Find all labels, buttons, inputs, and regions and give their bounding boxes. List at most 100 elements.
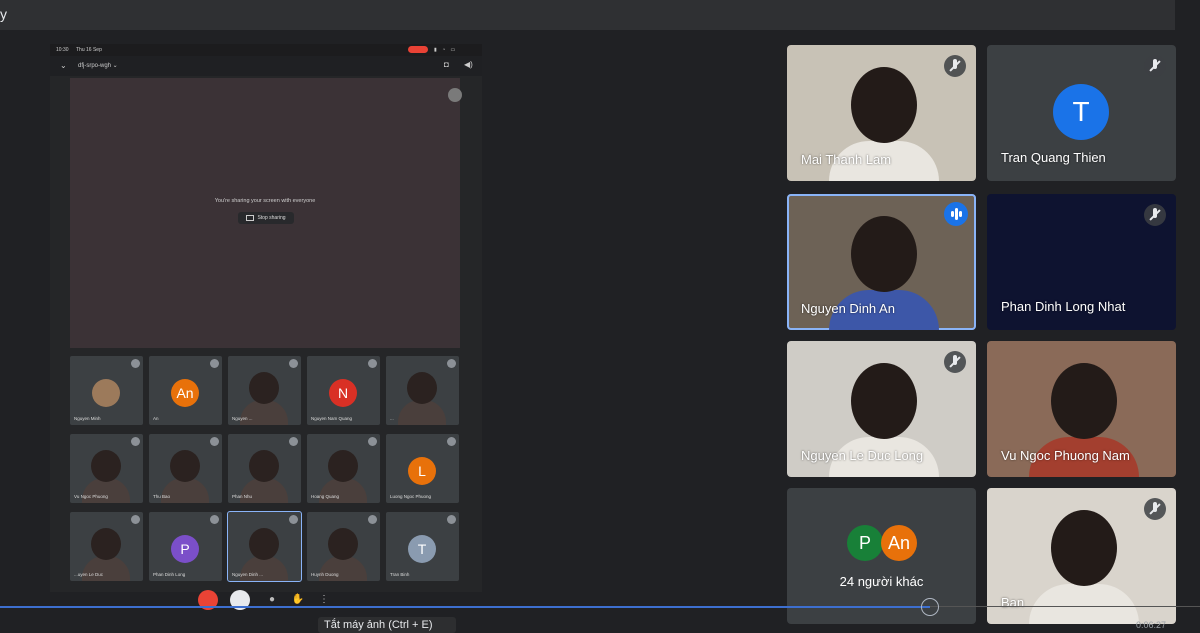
mic-off-icon (1144, 204, 1166, 226)
participant-video-face (1051, 510, 1117, 586)
phone-participant-tile[interactable]: N Nguyen Nam Quang (307, 356, 380, 425)
participant-video-face (1051, 363, 1117, 439)
phone-participant-tile[interactable]: Phan Nhu (228, 434, 301, 503)
participant-tile[interactable]: Vu Ngoc Phuong Nam (987, 341, 1176, 477)
shared-phone-screen: 10:30 Thu 16 Sep ▮ ◔ ▭ ⌄ dfj-srpo-wgh ⌄ … (50, 44, 482, 610)
participant-video-face (170, 450, 200, 482)
participant-video-face (91, 450, 121, 482)
participant-name: Mai Thanh Lam (801, 152, 892, 167)
phone-date: Thu 16 Sep (76, 47, 102, 53)
phone-participant-tile[interactable]: Nguyen ... (228, 356, 301, 425)
participant-video-face (407, 372, 437, 404)
participant-name: Luong Ngoc Phuong (390, 494, 432, 499)
phone-participant-tile[interactable]: Vu Ngoc Phuong (70, 434, 143, 503)
mic-off-icon (944, 55, 966, 77)
participant-name: Nguyen Nam Quang (311, 416, 353, 421)
participant-tile[interactable]: T Tran Quang Thien (987, 45, 1176, 181)
video-progress-played[interactable] (0, 606, 930, 608)
participant-tile[interactable]: Nguyen Dinh An (787, 194, 976, 330)
participant-name: An (153, 416, 159, 421)
participant-name: Nguyen ... (232, 416, 253, 421)
speaking-indicator-icon (944, 202, 968, 226)
participant-video-face (851, 363, 917, 439)
window-title: y (0, 6, 7, 22)
participant-name: Ban (1001, 595, 1025, 610)
participant-avatar: P (847, 525, 883, 561)
mic-off-icon (447, 359, 456, 368)
stop-sharing-label: Stop sharing (257, 215, 286, 221)
speaking-bar (955, 208, 958, 220)
phone-participant-tile[interactable]: An An (149, 356, 222, 425)
participant-name: Nguyen Dinh ... (232, 572, 264, 577)
participant-name: ...uyen Le Duc (74, 572, 104, 577)
phone-participant-tile[interactable]: Hoang Quang (307, 434, 380, 503)
participant-avatar: An (171, 379, 199, 407)
mic-off-icon (131, 515, 140, 524)
phone-participant-tile[interactable]: P Phan Dinh Long (149, 512, 222, 581)
stop-sharing-button[interactable]: Stop sharing (238, 212, 294, 224)
participant-video-face (249, 528, 279, 560)
window-title-bar: y (0, 0, 1175, 30)
mic-off-icon (447, 437, 456, 446)
chevron-down-icon[interactable]: ⌄ (60, 61, 67, 70)
mic-off-icon (210, 437, 219, 446)
signal-icons: ▮ ◔ ▭ (434, 47, 458, 53)
mic-off-icon (131, 437, 140, 446)
speaking-bar (951, 211, 954, 217)
share-message: You're sharing your screen with everyone (214, 198, 316, 204)
participant-avatar: T (408, 535, 436, 563)
participant-avatar (92, 379, 120, 407)
participant-name: Nguyen Le Duc Long (801, 448, 924, 463)
phone-participant-tile[interactable]: ...uyen Le Duc (70, 512, 143, 581)
participant-avatar: L (408, 457, 436, 485)
participant-tile[interactable]: Ban (987, 488, 1176, 624)
participant-video-face (91, 528, 121, 560)
participant-video-face (249, 372, 279, 404)
participant-tile[interactable]: Nguyen Le Duc Long (787, 341, 976, 477)
participant-name: Phan Dinh Long Nhat (1001, 299, 1126, 314)
menu-dot-icon[interactable] (448, 88, 462, 102)
screen-share-panel: You're sharing your screen with everyone… (70, 78, 462, 348)
meeting-code[interactable]: dfj-srpo-wgh ⌄ (78, 62, 118, 69)
mic-off-icon (447, 515, 456, 524)
progress-handle[interactable] (921, 598, 939, 616)
participant-video-face (851, 216, 917, 292)
mic-off-icon (289, 359, 298, 368)
video-progress-remaining[interactable] (930, 606, 1200, 607)
phone-participant-tile[interactable]: ... (386, 356, 459, 425)
participant-name: ... (390, 416, 394, 421)
participant-video-face (249, 450, 279, 482)
more-participants-label: 24 người khác (839, 574, 924, 589)
phone-participant-tile[interactable]: Huynh Duong (307, 512, 380, 581)
phone-time: 10:30 (56, 47, 69, 53)
mic-off-icon (131, 359, 140, 368)
participant-name: Huynh Duong (311, 572, 339, 577)
camera-switch-icon[interactable]: ◘ (444, 60, 449, 69)
mic-off-icon (289, 515, 298, 524)
participant-name: Hoang Quang (311, 494, 340, 499)
participant-name: Phan Dinh Long (153, 572, 186, 577)
more-participants-tile[interactable]: P An 24 người khác (787, 488, 976, 624)
speaking-bar (959, 211, 962, 217)
phone-participant-tile[interactable]: Nguyen Minh (70, 356, 143, 425)
phone-participant-tile[interactable]: T Tran Binh (386, 512, 459, 581)
mic-off-icon (1144, 498, 1166, 520)
participant-tile[interactable]: Phan Dinh Long Nhat (987, 194, 1176, 330)
participant-name: Nguyen Minh (74, 416, 101, 421)
phone-participant-tile[interactable]: Thu Bao (149, 434, 222, 503)
mic-off-icon (944, 351, 966, 373)
participant-video-face (328, 528, 358, 560)
recording-indicator (408, 46, 428, 53)
phone-participant-tile[interactable]: Nguyen Dinh ... (227, 511, 302, 582)
mic-off-icon (1144, 55, 1166, 77)
participant-tile[interactable]: Mai Thanh Lam (787, 45, 976, 181)
participant-name: Phan Nhu (232, 494, 253, 499)
participant-video-face (851, 67, 917, 143)
participant-name: Tran Quang Thien (1001, 150, 1106, 165)
mic-off-icon (289, 437, 298, 446)
participant-avatar: An (881, 525, 917, 561)
mic-off-icon (368, 437, 377, 446)
phone-participant-tile[interactable]: L Luong Ngoc Phuong (386, 434, 459, 503)
speaker-icon[interactable]: ◀) (464, 60, 473, 69)
mic-off-icon (210, 515, 219, 524)
